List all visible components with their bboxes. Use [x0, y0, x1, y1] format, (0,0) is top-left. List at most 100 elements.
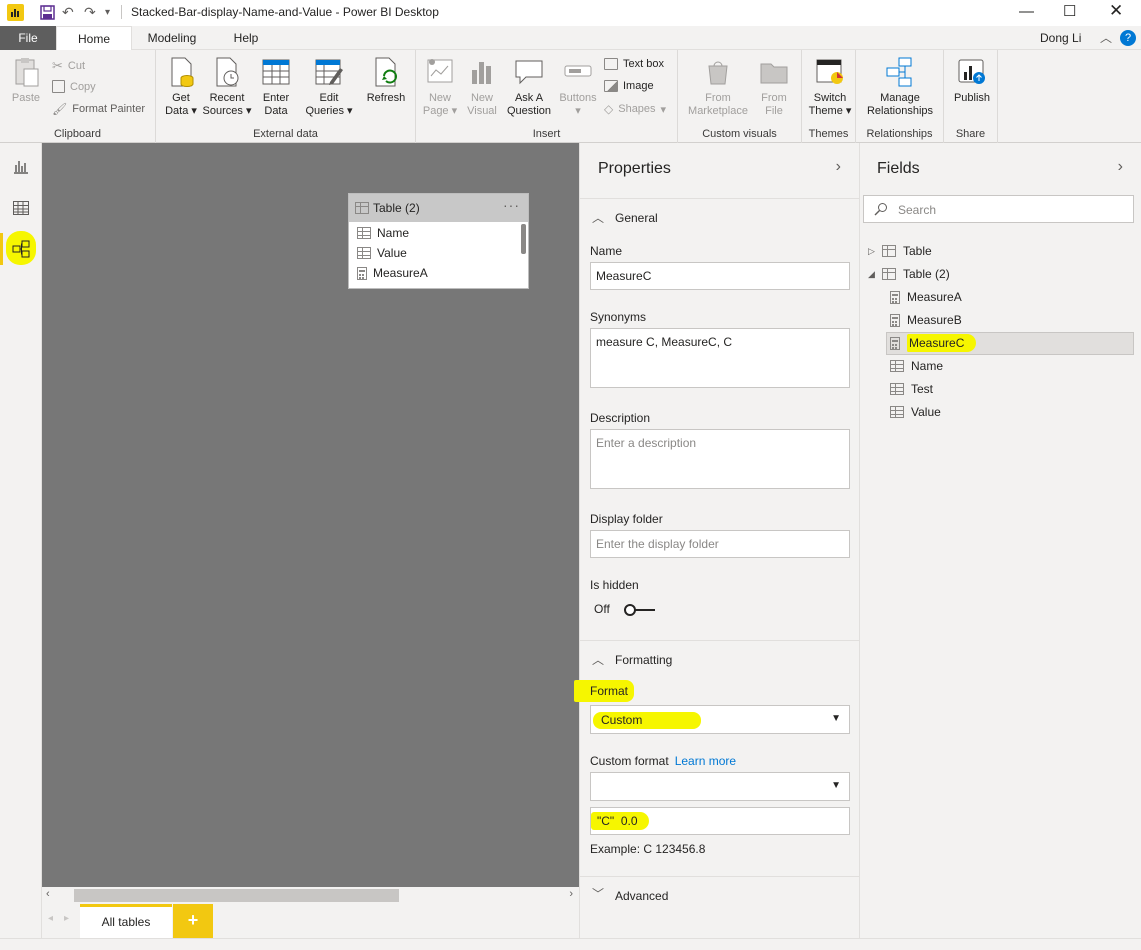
add-layout-button[interactable]: + [173, 904, 213, 938]
field-table-item[interactable]: ◢ Table (2) [860, 263, 1130, 285]
next-tab-icon[interactable]: ▸ [64, 913, 69, 924]
table-icon [261, 56, 291, 88]
horizontal-scrollbar[interactable]: ‹ › [42, 887, 579, 904]
field-item-selected[interactable]: MeasureC [890, 332, 977, 354]
learn-more-link[interactable]: Learn more [675, 754, 736, 768]
collapse-properties-icon[interactable]: › [836, 158, 841, 176]
from-marketplace-label-2: Marketplace [688, 105, 748, 117]
shapes-button[interactable]: ◇ Shapes ▾ [604, 102, 666, 116]
new-page-button[interactable]: New Page ▾ [422, 56, 458, 118]
user-name[interactable]: Dong Li [1040, 31, 1081, 45]
tab-modeling[interactable]: Modeling [140, 26, 204, 51]
close-icon[interactable]: ✕ [1109, 1, 1123, 21]
table-card[interactable]: Table (2) ··· Name Value MeasureA [348, 193, 529, 289]
external-data-group-label: External data [253, 128, 318, 140]
refresh-button[interactable]: Refresh [364, 56, 408, 105]
field-table-item[interactable]: ▷ Table [860, 240, 1130, 262]
custom-format-select[interactable]: ▼ [590, 772, 850, 801]
measure-icon [890, 313, 900, 327]
get-data-button[interactable]: Get Data ▾ [164, 56, 198, 118]
chevron-expanded-icon[interactable]: ◢ [868, 269, 875, 280]
general-section-header[interactable]: ︿ General [580, 198, 860, 236]
scrollbar-thumb[interactable] [74, 889, 399, 902]
maximize-icon[interactable]: ☐ [1063, 2, 1076, 20]
edit-queries-button[interactable]: Edit Queries ▾ [304, 56, 354, 118]
image-button[interactable]: Image [604, 80, 654, 92]
table-card-field[interactable]: Name [357, 226, 409, 240]
new-visual-button[interactable]: New Visual [464, 56, 500, 118]
formatting-section-header[interactable]: ︿ Formatting [580, 640, 860, 678]
collapse-fields-icon[interactable]: › [1118, 158, 1123, 176]
custom-format-field[interactable]: "C" 0.0 [590, 807, 850, 835]
tab-home[interactable]: Home [56, 26, 132, 51]
description-label: Description [590, 411, 651, 425]
field-item[interactable]: Name [890, 355, 943, 377]
recent-sources-button[interactable]: Recent Sources ▾ [202, 56, 252, 118]
enter-data-label-2: Data [264, 105, 288, 117]
search-input[interactable]: Search [898, 203, 936, 217]
get-data-icon [166, 56, 196, 88]
from-file-button[interactable]: From File [756, 56, 792, 118]
buttons-button[interactable]: Buttons ▾ [556, 56, 600, 118]
button-shape-icon [563, 56, 593, 88]
advanced-section-header[interactable]: ﹀ Advanced [580, 876, 860, 914]
tab-help[interactable]: Help [224, 26, 268, 51]
clipboard-group-label: Clipboard [53, 128, 102, 140]
field-item[interactable]: Test [890, 378, 933, 400]
name-field[interactable]: MeasureC [590, 262, 850, 290]
get-data-label: Get [172, 92, 190, 104]
paste-button[interactable]: Paste [8, 56, 44, 105]
enter-data-label: Enter [262, 92, 290, 104]
prev-tab-icon[interactable]: ◂ [48, 913, 53, 924]
is-hidden-toggle[interactable] [624, 604, 656, 616]
display-folder-field[interactable]: Enter the display folder [590, 530, 850, 558]
table-card-scrollbar[interactable] [521, 224, 526, 254]
general-section-label: General [615, 211, 658, 225]
from-marketplace-button[interactable]: From Marketplace [684, 56, 752, 118]
more-options-icon[interactable]: ··· [503, 197, 520, 213]
redo-icon[interactable]: ↷ [84, 4, 96, 20]
table-card-field[interactable]: Value [357, 246, 407, 260]
format-painter-button[interactable]: 🖌 Format Painter [52, 102, 145, 116]
buttons-label: Buttons [559, 92, 597, 104]
publish-button[interactable]: Publish [950, 56, 994, 105]
measure-icon [357, 266, 367, 280]
model-view-icon[interactable] [12, 240, 30, 258]
scroll-left-icon[interactable]: ‹ [46, 888, 50, 900]
help-icon[interactable]: ? [1120, 30, 1136, 46]
field-item[interactable]: MeasureB [890, 309, 962, 331]
undo-icon[interactable]: ↶ [62, 4, 74, 20]
manage-relationships-button[interactable]: Manage Relationships [860, 56, 940, 118]
table-card-header[interactable]: Table (2) ··· [349, 194, 528, 222]
scroll-right-icon[interactable]: › [569, 888, 573, 900]
image-label: Image [623, 80, 654, 92]
data-view-icon[interactable] [12, 199, 30, 217]
tab-file[interactable]: File [0, 26, 56, 50]
enter-data-button[interactable]: Enter Data [258, 56, 294, 118]
ask-a-question-button[interactable]: Ask A Question [506, 56, 552, 118]
description-field[interactable]: Enter a description [590, 429, 850, 489]
new-page-label-2: Page ▾ [422, 105, 458, 117]
chevron-right-icon[interactable]: ▷ [868, 246, 875, 257]
save-icon[interactable] [40, 4, 55, 20]
field-item[interactable]: Value [890, 401, 941, 423]
copy-button[interactable]: Copy [52, 80, 96, 93]
customize-toolbar-icon[interactable]: ▾ [105, 4, 110, 20]
table-card-field[interactable]: MeasureA [357, 266, 428, 280]
model-canvas[interactable]: Table (2) ··· Name Value MeasureA [42, 143, 579, 887]
switch-theme-button[interactable]: Switch Theme ▾ [808, 56, 852, 118]
collapse-ribbon-icon[interactable]: ︿ [1100, 29, 1112, 46]
search-box[interactable]: Search [863, 195, 1134, 223]
table-icon [882, 268, 896, 280]
report-view-icon[interactable] [12, 157, 30, 175]
synonyms-field[interactable]: measure C, MeasureC, C [590, 328, 850, 388]
text-box-label: Text box [623, 58, 664, 70]
tab-all-tables[interactable]: All tables [80, 904, 172, 938]
cut-button[interactable]: ✂ Cut [52, 58, 85, 74]
text-box-button[interactable]: Text box [604, 58, 664, 70]
column-icon [357, 247, 371, 259]
format-select[interactable]: Custom ▼ [590, 705, 850, 734]
minimize-icon[interactable]: — [1019, 3, 1034, 20]
field-item[interactable]: MeasureA [890, 286, 962, 308]
folder-icon [759, 56, 789, 88]
